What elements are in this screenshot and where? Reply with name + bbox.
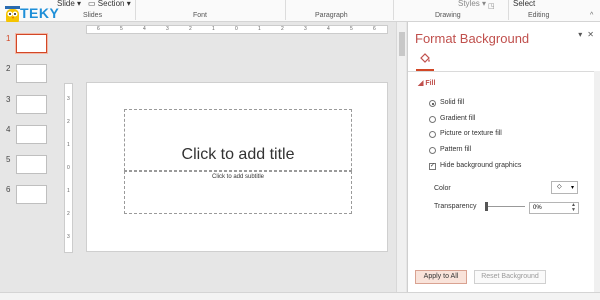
slide-thumbnail-preview[interactable] bbox=[16, 34, 47, 53]
ribbon-divider bbox=[393, 0, 394, 20]
horizontal-ruler: 6 5 4 3 2 1 0 1 2 3 4 5 6 bbox=[86, 25, 388, 34]
ruler-tick-label: 2 bbox=[67, 119, 70, 125]
option-label: Pattern fill bbox=[440, 146, 472, 153]
slide-thumbnail[interactable]: 5 bbox=[0, 155, 58, 177]
slide-thumbnail-preview[interactable] bbox=[16, 125, 47, 144]
color-label: Color bbox=[434, 185, 451, 192]
slide-canvas[interactable]: Click to add title Click to add subtitle bbox=[86, 82, 388, 252]
ruler-tick-label: 6 bbox=[97, 26, 100, 32]
transparency-slider-thumb[interactable] bbox=[485, 202, 488, 211]
slide-number: 5 bbox=[6, 155, 11, 164]
subtitle-placeholder-text: Click to add subtitle bbox=[211, 174, 265, 180]
slide-number: 2 bbox=[6, 64, 11, 73]
ruler-tick-label: 3 bbox=[67, 96, 70, 102]
slide-number: 3 bbox=[6, 95, 11, 104]
spinner-arrows-icon[interactable]: ▲ ▼ bbox=[571, 203, 576, 213]
collapse-ribbon-icon[interactable]: ^ bbox=[590, 12, 593, 19]
checkbox[interactable]: ✓ bbox=[429, 163, 436, 170]
ruler-tick-label: 4 bbox=[143, 26, 146, 32]
ruler-tick-label: 2 bbox=[67, 211, 70, 217]
slide-thumbnail[interactable]: 1 bbox=[0, 34, 58, 56]
scrollbar-thumb[interactable] bbox=[399, 32, 405, 56]
slide-number: 1 bbox=[6, 34, 11, 43]
editor-scrollbar[interactable] bbox=[396, 22, 406, 292]
pane-controls: ▾ ✕ bbox=[573, 30, 594, 39]
group-label-drawing: Drawing bbox=[435, 12, 461, 19]
slide-thumbnails-panel: 1 2 3 4 5 6 bbox=[0, 22, 58, 292]
ruler-tick-label: 1 bbox=[212, 26, 215, 32]
slide-thumbnail-preview[interactable] bbox=[16, 95, 47, 114]
quick-styles-button[interactable]: Styles ▾ bbox=[458, 0, 486, 8]
radio-button[interactable] bbox=[429, 116, 436, 123]
subtitle-placeholder[interactable]: Click to add subtitle bbox=[124, 171, 352, 214]
option-label: Picture or texture fill bbox=[440, 130, 502, 137]
pane-scrollbar[interactable] bbox=[594, 71, 600, 292]
section-button[interactable]: ▭ Section ▾ bbox=[88, 0, 131, 8]
reset-background-button[interactable]: Reset Background bbox=[474, 270, 546, 284]
slide-thumbnail-preview[interactable] bbox=[16, 64, 47, 83]
radio-button[interactable] bbox=[429, 100, 436, 107]
format-background-pane: Format Background ▾ ✕ ◢ Fill Solid fill G… bbox=[407, 22, 600, 292]
ruler-tick-label: 3 bbox=[67, 234, 70, 240]
slide-thumbnail-preview[interactable] bbox=[16, 185, 47, 204]
chevron-down-icon[interactable]: ▾ bbox=[578, 30, 582, 39]
ribbon: Slide ▾ ▭ Section ▾ Slides Font Paragrap… bbox=[0, 0, 600, 22]
ruler-tick-label: 3 bbox=[166, 26, 169, 32]
logo-text: TEKY bbox=[20, 5, 60, 21]
paint-bucket-icon[interactable] bbox=[418, 52, 432, 66]
ruler-tick-label: 5 bbox=[350, 26, 353, 32]
ruler-tick-label: 4 bbox=[327, 26, 330, 32]
ruler-tick-label: 1 bbox=[258, 26, 261, 32]
ruler-tick-label: 2 bbox=[189, 26, 192, 32]
ruler-tick-label: 0 bbox=[67, 165, 70, 171]
ruler-tick-label: 2 bbox=[281, 26, 284, 32]
group-label-paragraph: Paragraph bbox=[315, 12, 348, 19]
ruler-tick-label: 6 bbox=[373, 26, 376, 32]
ribbon-divider bbox=[285, 0, 286, 20]
slide-thumbnail[interactable]: 3 bbox=[0, 95, 58, 117]
color-picker-button[interactable]: ◇ ▾ bbox=[551, 181, 578, 194]
pane-title: Format Background bbox=[415, 31, 530, 46]
paint-bucket-icon: ◇ bbox=[557, 184, 562, 190]
vertical-ruler: 3 2 1 0 1 2 3 bbox=[64, 83, 73, 253]
slide-number: 4 bbox=[6, 125, 11, 134]
select-button[interactable]: Select bbox=[513, 0, 535, 8]
title-placeholder-text: Click to add title bbox=[181, 146, 295, 163]
status-bar bbox=[0, 292, 600, 300]
transparency-label: Transparency bbox=[434, 203, 477, 210]
ruler-tick-label: 0 bbox=[235, 26, 238, 32]
group-label-editing: Editing bbox=[528, 12, 550, 19]
slide-thumbnail[interactable]: 4 bbox=[0, 125, 58, 147]
slide-thumbnail[interactable]: 6 bbox=[0, 185, 58, 207]
pane-divider bbox=[408, 71, 595, 72]
ribbon-divider bbox=[508, 0, 509, 20]
chevron-down-icon: ▾ bbox=[570, 185, 574, 191]
option-label: Gradient fill bbox=[440, 115, 476, 122]
slide-thumbnail-preview[interactable] bbox=[16, 155, 47, 174]
transparency-slider-track[interactable] bbox=[487, 206, 525, 207]
ruler-tick-label: 1 bbox=[67, 142, 70, 148]
ruler-tick-label: 5 bbox=[120, 26, 123, 32]
option-label: Hide background graphics bbox=[440, 162, 522, 169]
group-label-font: Font bbox=[193, 12, 208, 19]
ruler-tick-label: 3 bbox=[304, 26, 307, 32]
ruler-tick-label: 1 bbox=[67, 188, 70, 194]
dialog-launcher-icon[interactable]: ◳ bbox=[488, 2, 495, 10]
option-label: Solid fill bbox=[440, 99, 465, 106]
radio-button[interactable] bbox=[429, 131, 436, 138]
ribbon-divider bbox=[135, 0, 136, 20]
fill-section-header[interactable]: ◢ Fill bbox=[418, 79, 435, 87]
slide-number: 6 bbox=[6, 185, 11, 194]
transparency-input[interactable]: 0% ▲ ▼ bbox=[529, 202, 579, 214]
transparency-value: 0% bbox=[533, 205, 542, 211]
radio-button[interactable] bbox=[429, 147, 436, 154]
group-label-slides: Slides bbox=[83, 12, 103, 19]
close-icon[interactable]: ✕ bbox=[587, 30, 594, 39]
title-placeholder[interactable]: Click to add title bbox=[124, 109, 352, 171]
apply-to-all-button[interactable]: Apply to All bbox=[415, 270, 467, 284]
slide-thumbnail[interactable]: 2 bbox=[0, 64, 58, 86]
